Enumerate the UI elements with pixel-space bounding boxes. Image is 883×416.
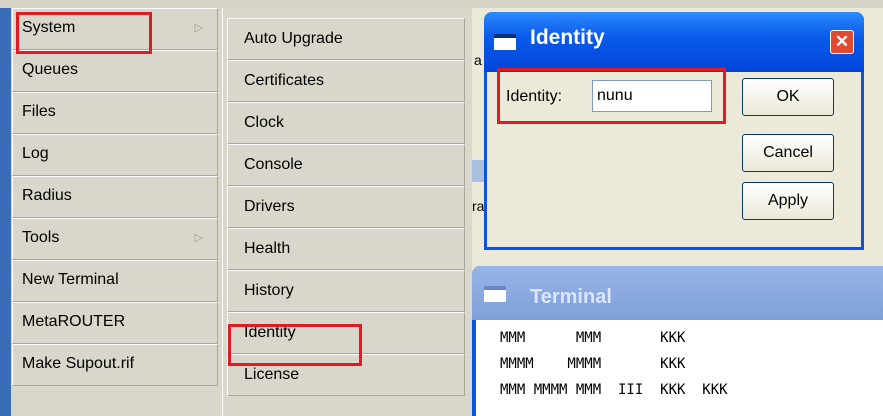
submenu-item-console[interactable]: Console — [227, 144, 465, 186]
top-strip — [0, 0, 883, 8]
close-button[interactable]: ✕ — [830, 30, 854, 54]
close-icon: ✕ — [834, 32, 850, 51]
submenu-item-label: History — [244, 282, 294, 299]
submenu-item-label: Certificates — [244, 72, 325, 89]
menu-item-new-terminal[interactable]: New Terminal — [12, 260, 218, 302]
background-text-fragment: a — [474, 52, 482, 68]
submenu-item-label: Drivers — [244, 198, 295, 215]
menu-item-label: Files — [22, 103, 56, 120]
menu-item-radius[interactable]: Radius — [12, 176, 218, 218]
ok-button[interactable]: OK — [742, 78, 834, 116]
submenu-arrow-icon: ▷ — [194, 232, 203, 244]
terminal-titlebar[interactable]: Terminal — [472, 266, 883, 320]
menu-item-label: MetaROUTER — [22, 313, 126, 330]
terminal-line: MMM MMMM MMM III KKK KKK — [500, 382, 728, 398]
background-text-fragment: ra — [472, 198, 485, 214]
menu-item-label: New Terminal — [22, 271, 119, 288]
terminal-line: MMMM MMMM KKK — [500, 356, 686, 372]
menu-item-queues[interactable]: Queues — [12, 50, 218, 92]
submenu-item-clock[interactable]: Clock — [227, 102, 465, 144]
menu-gutter — [0, 8, 11, 416]
highlight-system — [16, 12, 152, 54]
window-icon — [494, 34, 516, 50]
menu-item-label: Queues — [22, 61, 79, 78]
dialog-titlebar[interactable]: Identity ✕ — [484, 12, 864, 72]
menu-item-label: Tools — [22, 229, 60, 246]
menu-item-log[interactable]: Log — [12, 134, 218, 176]
menu-item-label: Radius — [22, 187, 72, 204]
submenu-item-drivers[interactable]: Drivers — [227, 186, 465, 228]
dialog-title: Identity — [530, 26, 605, 49]
menu-item-make-supout[interactable]: Make Supout.rif — [12, 344, 218, 386]
highlight-identity-field — [497, 68, 726, 124]
apply-button[interactable]: Apply — [742, 182, 834, 220]
terminal-body[interactable]: MMM MMM KKK MMMM MMMM KKK MMM MMMM MMM I… — [476, 320, 883, 416]
submenu-item-health[interactable]: Health — [227, 228, 465, 270]
menu-item-files[interactable]: Files — [12, 92, 218, 134]
submenu-item-label: Auto Upgrade — [244, 30, 343, 47]
submenu-item-label: Console — [244, 156, 303, 173]
menu-item-label: Make Supout.rif — [22, 355, 135, 372]
submenu-item-certificates[interactable]: Certificates — [227, 60, 465, 102]
main-menu: System ▷ Queues Files Log Radius Tools ▷… — [0, 8, 222, 416]
terminal-line: MMM MMM KKK — [500, 330, 686, 346]
highlight-identity — [228, 324, 362, 366]
submenu-item-auto-upgrade[interactable]: Auto Upgrade — [227, 18, 465, 60]
menu-item-tools[interactable]: Tools ▷ — [12, 218, 218, 260]
window-icon — [484, 286, 506, 302]
submenu-item-label: Clock — [244, 114, 285, 131]
submenu-item-label: Health — [244, 240, 291, 257]
menu-item-label: Log — [22, 145, 49, 162]
menu-item-metarouter[interactable]: MetaROUTER — [12, 302, 218, 344]
submenu-item-history[interactable]: History — [227, 270, 465, 312]
terminal-title: Terminal — [530, 286, 612, 308]
cancel-button[interactable]: Cancel — [742, 134, 834, 172]
terminal-window: Terminal MMM MMM KKK MMMM MMMM KKK MMM M… — [472, 266, 883, 416]
submenu-item-label: License — [244, 366, 300, 383]
submenu-arrow-icon: ▷ — [194, 22, 203, 34]
